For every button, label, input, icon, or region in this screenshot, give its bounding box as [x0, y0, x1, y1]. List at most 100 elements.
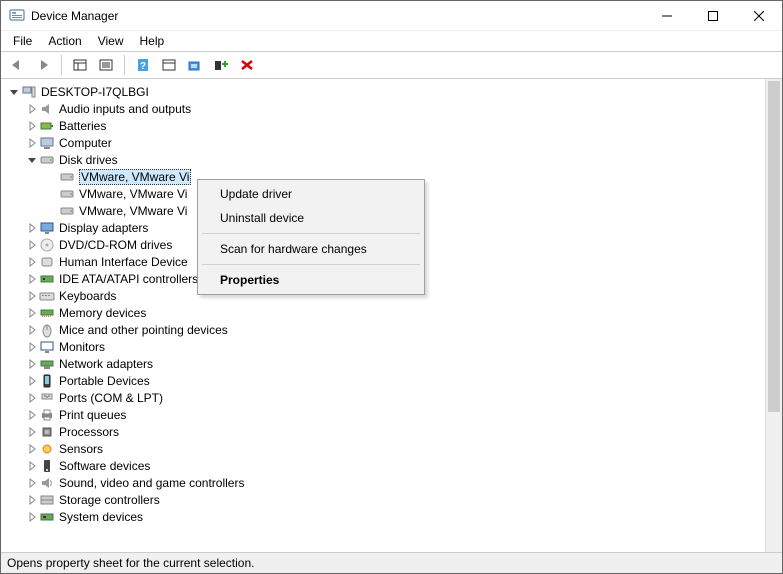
tree-node-label: Computer [59, 136, 112, 150]
tree-node-label: Keyboards [59, 289, 116, 303]
computer-icon [39, 135, 55, 151]
expander-collapsed-icon[interactable] [25, 221, 39, 235]
portable-icon [39, 373, 55, 389]
tree-category[interactable]: Software devices [3, 457, 765, 474]
status-text: Opens property sheet for the current sel… [7, 556, 254, 570]
tree-node-label: DESKTOP-I7QLBGI [41, 85, 149, 99]
uninstall-button[interactable] [235, 54, 259, 76]
ctx-properties[interactable]: Properties [200, 268, 422, 292]
expander-collapsed-icon[interactable] [25, 357, 39, 371]
tree-category[interactable]: Sound, video and game controllers [3, 474, 765, 491]
menu-action[interactable]: Action [40, 32, 89, 50]
disk-icon [39, 152, 55, 168]
context-separator [202, 264, 420, 265]
system-icon [39, 509, 55, 525]
ide-icon [39, 271, 55, 287]
tree-node-label: Human Interface Device [59, 255, 188, 269]
tree-node-label: Processors [59, 425, 119, 439]
tree-category[interactable]: Portable Devices [3, 372, 765, 389]
expander-collapsed-icon[interactable] [25, 493, 39, 507]
monitor-icon [39, 339, 55, 355]
expander-collapsed-icon[interactable] [25, 510, 39, 524]
tree-category[interactable]: Print queues [3, 406, 765, 423]
tree-category[interactable]: System devices [3, 508, 765, 525]
dvd-icon [39, 237, 55, 253]
expander-collapsed-icon[interactable] [25, 408, 39, 422]
window-controls [644, 1, 782, 31]
expander-none [45, 204, 59, 218]
tree-node-label: Batteries [59, 119, 106, 133]
tree-node-label: Software devices [59, 459, 150, 473]
tree-category[interactable]: Disk drives [3, 151, 765, 168]
titlebar: Device Manager [1, 1, 782, 31]
expander-expanded-icon[interactable] [25, 153, 39, 167]
expander-collapsed-icon[interactable] [25, 272, 39, 286]
maximize-button[interactable] [690, 1, 736, 31]
expander-collapsed-icon[interactable] [25, 374, 39, 388]
device-tree[interactable]: DESKTOP-I7QLBGI Audio inputs and outputs B… [1, 79, 765, 552]
battery-icon [39, 118, 55, 134]
network-icon [39, 356, 55, 372]
tree-category[interactable]: Monitors [3, 338, 765, 355]
expander-collapsed-icon[interactable] [25, 306, 39, 320]
tree-category[interactable]: Processors [3, 423, 765, 440]
tree-node-label: System devices [59, 510, 143, 524]
tree-node-label: Ports (COM & LPT) [59, 391, 163, 405]
audio-icon [39, 101, 55, 117]
tree-category[interactable]: Mice and other pointing devices [3, 321, 765, 338]
tree-node-label: Sound, video and game controllers [59, 476, 244, 490]
help-button[interactable]: ? [131, 54, 155, 76]
ctx-scan-hardware[interactable]: Scan for hardware changes [200, 237, 422, 261]
expander-collapsed-icon[interactable] [25, 102, 39, 116]
back-button[interactable] [5, 54, 29, 76]
display-icon [39, 220, 55, 236]
ctx-uninstall-device[interactable]: Uninstall device [200, 206, 422, 230]
add-hardware-button[interactable] [209, 54, 233, 76]
svg-text:?: ? [140, 61, 146, 72]
expander-collapsed-icon[interactable] [25, 136, 39, 150]
console-properties-button[interactable] [68, 54, 92, 76]
vertical-scrollbar[interactable] [765, 79, 782, 552]
expander-collapsed-icon[interactable] [25, 323, 39, 337]
tree-node-label: Audio inputs and outputs [59, 102, 191, 116]
expander-collapsed-icon[interactable] [25, 476, 39, 490]
scrollbar-thumb[interactable] [768, 81, 780, 412]
tree-category[interactable]: Storage controllers [3, 491, 765, 508]
item-properties-button[interactable] [94, 54, 118, 76]
tree-category[interactable]: Batteries [3, 117, 765, 134]
action-menu-button[interactable] [157, 54, 181, 76]
forward-button[interactable] [31, 54, 55, 76]
expander-collapsed-icon[interactable] [25, 442, 39, 456]
expander-expanded-icon[interactable] [7, 85, 21, 99]
tree-category[interactable]: Audio inputs and outputs [3, 100, 765, 117]
close-button[interactable] [736, 1, 782, 31]
tree-category[interactable]: Memory devices [3, 304, 765, 321]
menu-file[interactable]: File [5, 32, 40, 50]
expander-collapsed-icon[interactable] [25, 459, 39, 473]
expander-collapsed-icon[interactable] [25, 425, 39, 439]
pc-icon [21, 84, 37, 100]
tree-node-label: Sensors [59, 442, 103, 456]
tree-category[interactable]: Ports (COM & LPT) [3, 389, 765, 406]
cpu-icon [39, 424, 55, 440]
tree-root[interactable]: DESKTOP-I7QLBGI [3, 83, 765, 100]
tree-category[interactable]: Sensors [3, 440, 765, 457]
ports-icon [39, 390, 55, 406]
menu-help[interactable]: Help [132, 32, 173, 50]
expander-collapsed-icon[interactable] [25, 289, 39, 303]
expander-collapsed-icon[interactable] [25, 391, 39, 405]
expander-collapsed-icon[interactable] [25, 340, 39, 354]
keyboard-icon [39, 288, 55, 304]
menu-view[interactable]: View [90, 32, 132, 50]
expander-collapsed-icon[interactable] [25, 255, 39, 269]
disk-icon [59, 203, 75, 219]
expander-collapsed-icon[interactable] [25, 238, 39, 252]
mouse-icon [39, 322, 55, 338]
tree-category[interactable]: Computer [3, 134, 765, 151]
expander-collapsed-icon[interactable] [25, 119, 39, 133]
scan-hardware-button[interactable] [183, 54, 207, 76]
minimize-button[interactable] [644, 1, 690, 31]
disk-icon [59, 186, 75, 202]
ctx-update-driver[interactable]: Update driver [200, 182, 422, 206]
tree-category[interactable]: Network adapters [3, 355, 765, 372]
